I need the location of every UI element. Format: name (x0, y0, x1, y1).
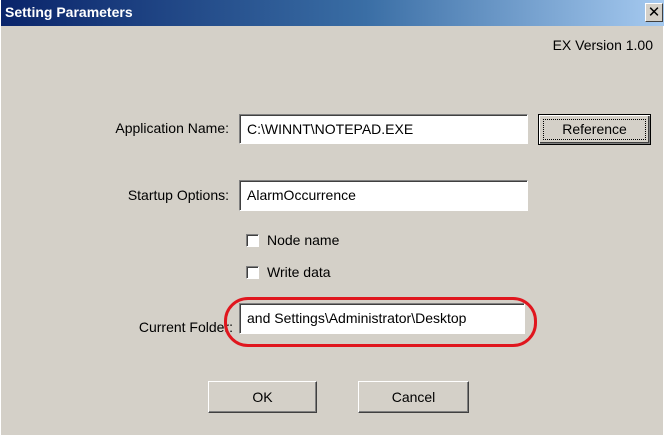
node-name-checkbox[interactable] (246, 234, 259, 247)
application-name-label: Application Name: (115, 120, 229, 136)
startup-options-label: Startup Options: (127, 187, 229, 203)
dialog-title: Setting Parameters (5, 4, 133, 20)
focus-rectangle (543, 119, 646, 140)
node-name-label: Node name (267, 232, 340, 248)
application-name-input[interactable]: C:\WINNT\NOTEPAD.EXE (239, 114, 528, 144)
write-data-checkbox[interactable] (246, 266, 259, 279)
highlight-annotation (224, 297, 537, 347)
current-folder-label: Current Folder: (138, 319, 233, 335)
write-data-label: Write data (267, 264, 331, 280)
ok-button[interactable]: OK (208, 381, 317, 413)
title-bar[interactable]: Setting Parameters ✕ (1, 0, 664, 26)
close-icon[interactable]: ✕ (645, 3, 663, 22)
cancel-button[interactable]: Cancel (358, 381, 469, 413)
startup-options-input[interactable]: AlarmOccurrence (239, 180, 528, 211)
version-label: EX Version 1.00 (552, 37, 653, 53)
reference-button[interactable]: Reference (538, 114, 651, 145)
setting-parameters-dialog: Setting Parameters ✕ EX Version 1.00 App… (0, 0, 664, 435)
